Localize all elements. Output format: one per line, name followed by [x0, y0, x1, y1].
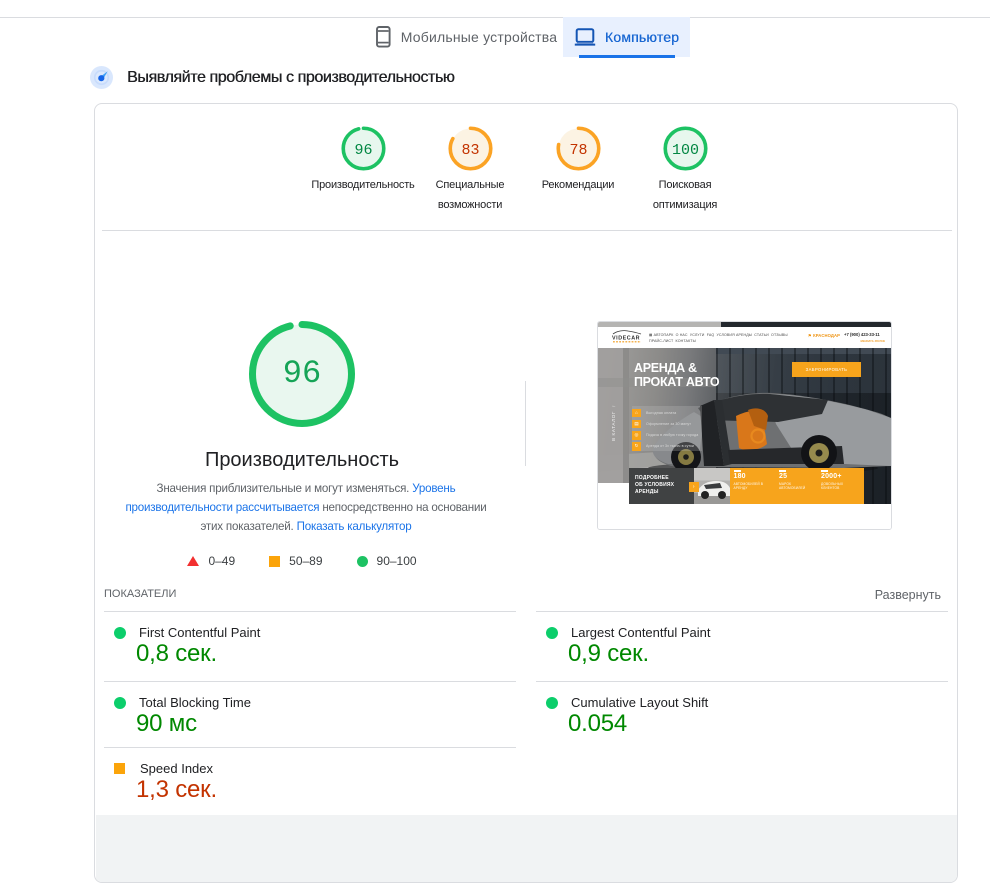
- svg-text:VIDECAR: VIDECAR: [612, 336, 640, 342]
- svg-text:83: 83: [461, 142, 479, 159]
- svg-text:100: 100: [671, 142, 698, 159]
- svg-text:96: 96: [354, 142, 372, 159]
- svg-text:78: 78: [569, 142, 587, 159]
- svg-text:96: 96: [283, 355, 321, 392]
